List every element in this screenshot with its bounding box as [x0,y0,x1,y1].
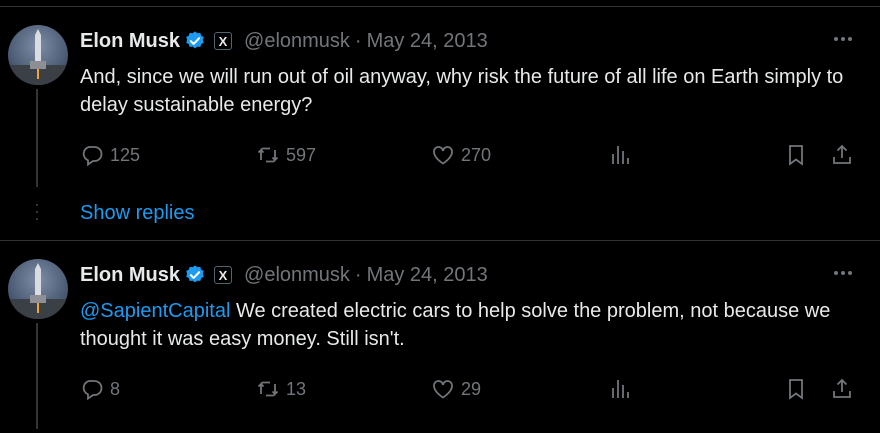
retweet-icon [257,147,279,163]
tweet-text: @SapientCapital We created electric cars… [80,297,860,353]
affiliate-badge-icon[interactable]: X [214,32,233,50]
bookmark-button[interactable] [784,375,808,403]
bookmark-icon [789,145,803,166]
views-button[interactable] [608,375,632,403]
views-icon [612,380,629,398]
separator: · [354,29,362,52]
retweet-button[interactable]: 13 [256,375,306,403]
tweet-date[interactable]: May 24, 2013 [367,30,488,53]
author-handle[interactable]: @elonmusk [244,264,350,287]
more-icon[interactable] [832,31,854,47]
reply-icon [82,146,103,167]
retweet-count: 597 [286,144,317,165]
tweet-header: Elon Musk X @elonmusk · May 24, 2013 [80,29,488,53]
like-count: 270 [461,144,492,165]
reply-icon [82,380,103,401]
mention-link[interactable]: @SapientCapital [80,300,230,322]
affiliate-badge-icon[interactable]: X [214,266,233,284]
reply-button[interactable]: 8 [80,375,120,403]
timeline: Elon Musk X @elonmusk · May 24, 2013 And… [0,0,880,433]
views-icon [612,146,629,164]
avatar[interactable] [8,259,68,319]
tweet[interactable]: Elon Musk X @elonmusk · May 24, 2013 @Sa… [0,241,880,433]
tweet-header: Elon Musk X @elonmusk · May 24, 2013 [80,263,488,287]
share-icon [833,144,851,164]
verified-badge-icon[interactable] [184,30,206,52]
show-replies-link[interactable]: Show replies [80,202,195,225]
thread-line [36,323,38,429]
share-button[interactable] [830,375,854,403]
like-button[interactable]: 29 [431,375,481,403]
retweet-icon [257,381,279,397]
author-handle[interactable]: @elonmusk [244,30,350,53]
reply-count: 8 [110,378,121,399]
share-button[interactable] [830,141,854,169]
more-icon[interactable] [832,265,854,281]
like-icon [433,380,453,399]
thread-gap-dots [36,204,38,228]
tweet-actions: 8 13 29 [80,375,860,403]
retweet-count: 13 [286,378,307,399]
tweet[interactable]: Elon Musk X @elonmusk · May 24, 2013 And… [0,7,880,240]
bookmark-icon [789,379,803,400]
views-button[interactable] [608,141,632,169]
like-button[interactable]: 270 [431,141,491,169]
reply-button[interactable]: 125 [80,141,140,169]
like-count: 29 [461,378,482,399]
thread-line [36,89,38,187]
like-icon [433,146,453,165]
avatar[interactable] [8,25,68,85]
verified-badge-icon[interactable] [184,264,206,286]
retweet-button[interactable]: 597 [256,141,316,169]
separator: · [354,263,362,286]
tweet-text: And, since we will run out of oil anyway… [80,63,860,119]
tweet-date[interactable]: May 24, 2013 [367,264,488,287]
tweet-actions: 125 597 270 [80,141,860,169]
reply-count: 125 [110,144,141,165]
tweet-body: And, since we will run out of oil anyway… [80,66,844,116]
bookmark-button[interactable] [784,141,808,169]
share-icon [833,378,851,398]
author-name[interactable]: Elon Musk [80,264,180,287]
author-name[interactable]: Elon Musk [80,30,180,53]
